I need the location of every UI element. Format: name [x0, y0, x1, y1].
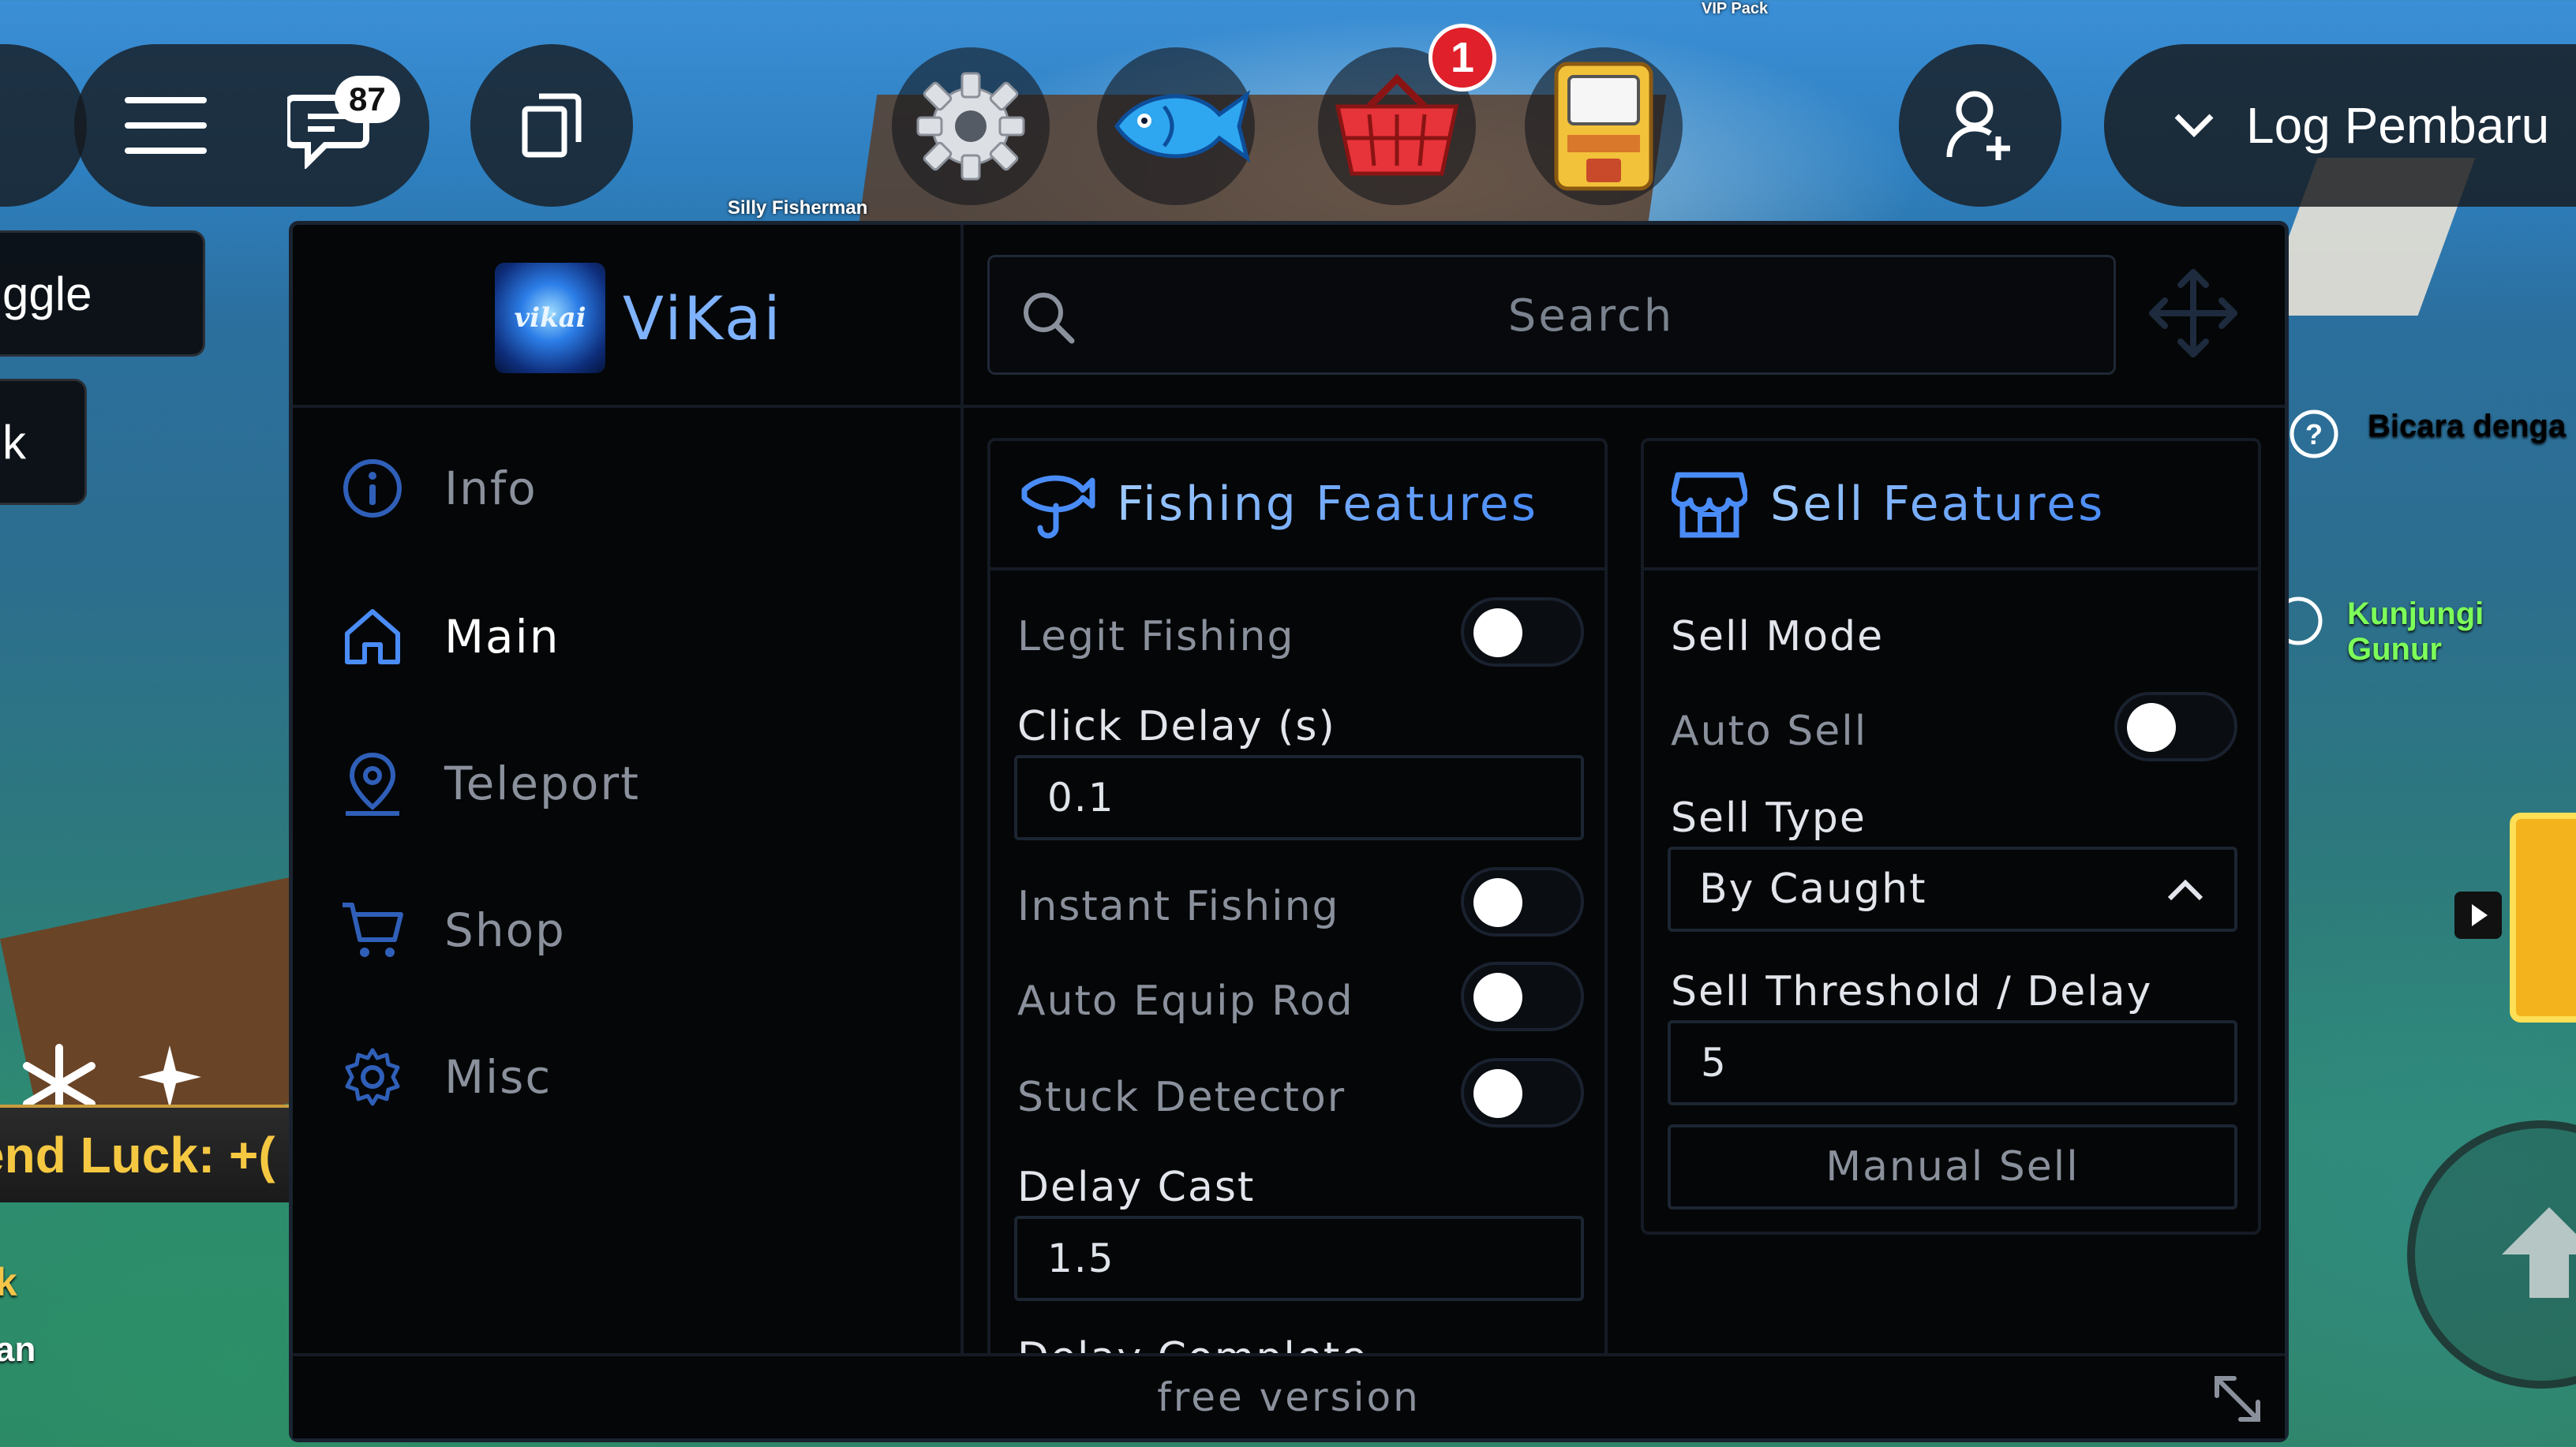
brand-logo-text: vikai	[514, 302, 586, 334]
chat-badge: 87	[335, 76, 400, 123]
fishing-features-title: Fishing Features	[1117, 477, 1538, 532]
copy-button[interactable]	[470, 44, 633, 207]
vikai-panel: vikai ViKai Info Main Teleport Shop Misc…	[289, 221, 2289, 1442]
home-icon	[337, 601, 408, 672]
auto-equip-rod-label: Auto Equip Rod	[1017, 978, 1354, 1025]
nav-label-shop: Shop	[444, 903, 566, 957]
vip-pack-label: VIP Pack	[1702, 0, 1769, 17]
top-menu-group: 87	[74, 44, 429, 207]
version-label: free version	[1157, 1374, 1421, 1420]
fishing-features-header: Fishing Features	[990, 441, 1604, 570]
auto-sell-toggle[interactable]	[2114, 692, 2237, 761]
manual-sell-button[interactable]: Manual Sell	[1668, 1124, 2237, 1210]
arcade-machine-button[interactable]	[1525, 47, 1683, 205]
brand-name: ViKai	[623, 282, 783, 353]
update-log-button[interactable]: Log Pembaru	[2104, 44, 2576, 207]
instant-fishing-label: Instant Fishing	[1017, 883, 1340, 930]
stuck-detector-label: Stuck Detector	[1017, 1074, 1346, 1121]
fishing-features-section: Fishing Features Legit Fishing Click Del…	[987, 438, 1608, 1369]
click-delay-input[interactable]: 0.1	[1014, 755, 1584, 840]
nav-item-main[interactable]: Main	[337, 589, 560, 684]
chevron-up-icon	[2167, 879, 2203, 901]
search-input[interactable]	[1084, 257, 2098, 374]
quest-hint-2: Kunjungi Gunur	[2347, 596, 2484, 667]
legit-fishing-label: Legit Fishing	[1017, 613, 1295, 660]
instant-fishing-toggle[interactable]	[1461, 867, 1584, 937]
hamburger-menu-icon[interactable]	[125, 94, 207, 157]
left-fragment-text-2: an	[0, 1330, 36, 1369]
chevron-down-icon	[2174, 114, 2214, 137]
delay-cast-label: Delay Cast	[1017, 1164, 1256, 1211]
sell-type-label: Sell Type	[1671, 795, 1866, 842]
nav-item-teleport[interactable]: Teleport	[337, 736, 640, 831]
play-mini-button[interactable]	[2454, 892, 2502, 939]
add-friend-button[interactable]	[1899, 44, 2061, 207]
luck-banner: end Luck: +(	[0, 1105, 292, 1202]
side-button-label: k	[2, 415, 26, 469]
sell-features-header: Sell Features	[1644, 441, 2258, 570]
auto-equip-rod-toggle[interactable]	[1461, 962, 1584, 1031]
sell-features-title: Sell Features	[1770, 477, 2106, 532]
event-side-card[interactable]	[2510, 813, 2576, 1023]
search-box[interactable]	[987, 255, 2116, 375]
search-icon	[1024, 293, 1075, 344]
location-pin-icon	[337, 748, 408, 819]
panel-header-divider	[293, 405, 2285, 408]
copy-icon	[522, 93, 582, 158]
click-delay-label: Click Delay (s)	[1017, 703, 1336, 750]
nav-item-misc[interactable]: Misc	[337, 1030, 552, 1124]
fish-icon	[1114, 90, 1251, 163]
luck-text: end Luck: +(	[0, 1127, 275, 1183]
nav-label-misc: Misc	[444, 1050, 552, 1104]
help-icon: ?	[2289, 409, 2339, 462]
svg-text:?: ?	[2305, 418, 2323, 451]
sell-threshold-input[interactable]: 5	[1668, 1020, 2237, 1105]
nav-label-teleport: Teleport	[444, 757, 640, 810]
settings-gear-button[interactable]	[892, 47, 1050, 205]
update-log-label: Log Pembaru	[2246, 97, 2550, 154]
stuck-detector-toggle[interactable]	[1461, 1058, 1584, 1127]
delay-cast-input[interactable]: 1.5	[1014, 1216, 1584, 1301]
info-icon	[337, 453, 408, 524]
auto-sell-label: Auto Sell	[1671, 708, 1868, 755]
quest-hint-1: Bicara denga	[2368, 409, 2567, 443]
fishing-hook-icon	[1013, 466, 1099, 542]
panel-footer: free version	[293, 1353, 2285, 1438]
nav-item-info[interactable]: Info	[337, 441, 537, 536]
fish-inventory-button[interactable]	[1097, 47, 1255, 205]
gear-icon	[337, 1041, 408, 1112]
add-user-icon	[1946, 91, 2010, 160]
left-fragment-text: k	[0, 1260, 17, 1304]
sell-threshold-label: Sell Threshold / Delay	[1671, 968, 2153, 1015]
brand: vikai ViKai	[495, 263, 783, 373]
nav-label-main: Main	[444, 610, 560, 664]
shop-notification-badge: 1	[1428, 24, 1496, 92]
toggle-button-label: ggle	[2, 267, 92, 320]
brand-logo: vikai	[495, 263, 605, 373]
move-handle-icon[interactable]	[2146, 266, 2241, 364]
nav-label-info: Info	[444, 462, 537, 515]
gear-icon	[916, 72, 1025, 181]
cart-icon	[337, 895, 408, 966]
side-button-partial[interactable]: k	[0, 379, 87, 505]
resize-icon[interactable]	[2211, 1372, 2264, 1426]
panel-vertical-divider	[960, 225, 964, 1361]
sell-mode-label: Sell Mode	[1671, 613, 1885, 660]
arcade-icon	[1554, 62, 1653, 191]
store-icon	[1666, 469, 1753, 540]
play-icon	[2472, 904, 2488, 926]
npc-name-label: Silly Fisherman	[728, 197, 868, 219]
sell-type-dropdown[interactable]: By Caught	[1668, 847, 2237, 932]
sell-features-section: Sell Features Sell Mode Auto Sell Sell T…	[1641, 438, 2261, 1235]
sparkle-icon	[138, 1045, 201, 1112]
legit-fishing-toggle[interactable]	[1461, 597, 1584, 667]
toggle-button-partial[interactable]: ggle	[0, 230, 205, 357]
basket-icon	[1335, 73, 1459, 176]
nav-item-shop[interactable]: Shop	[337, 883, 566, 978]
arrow-up-icon	[2502, 1207, 2576, 1298]
sell-type-selected: By Caught	[1699, 866, 1927, 913]
